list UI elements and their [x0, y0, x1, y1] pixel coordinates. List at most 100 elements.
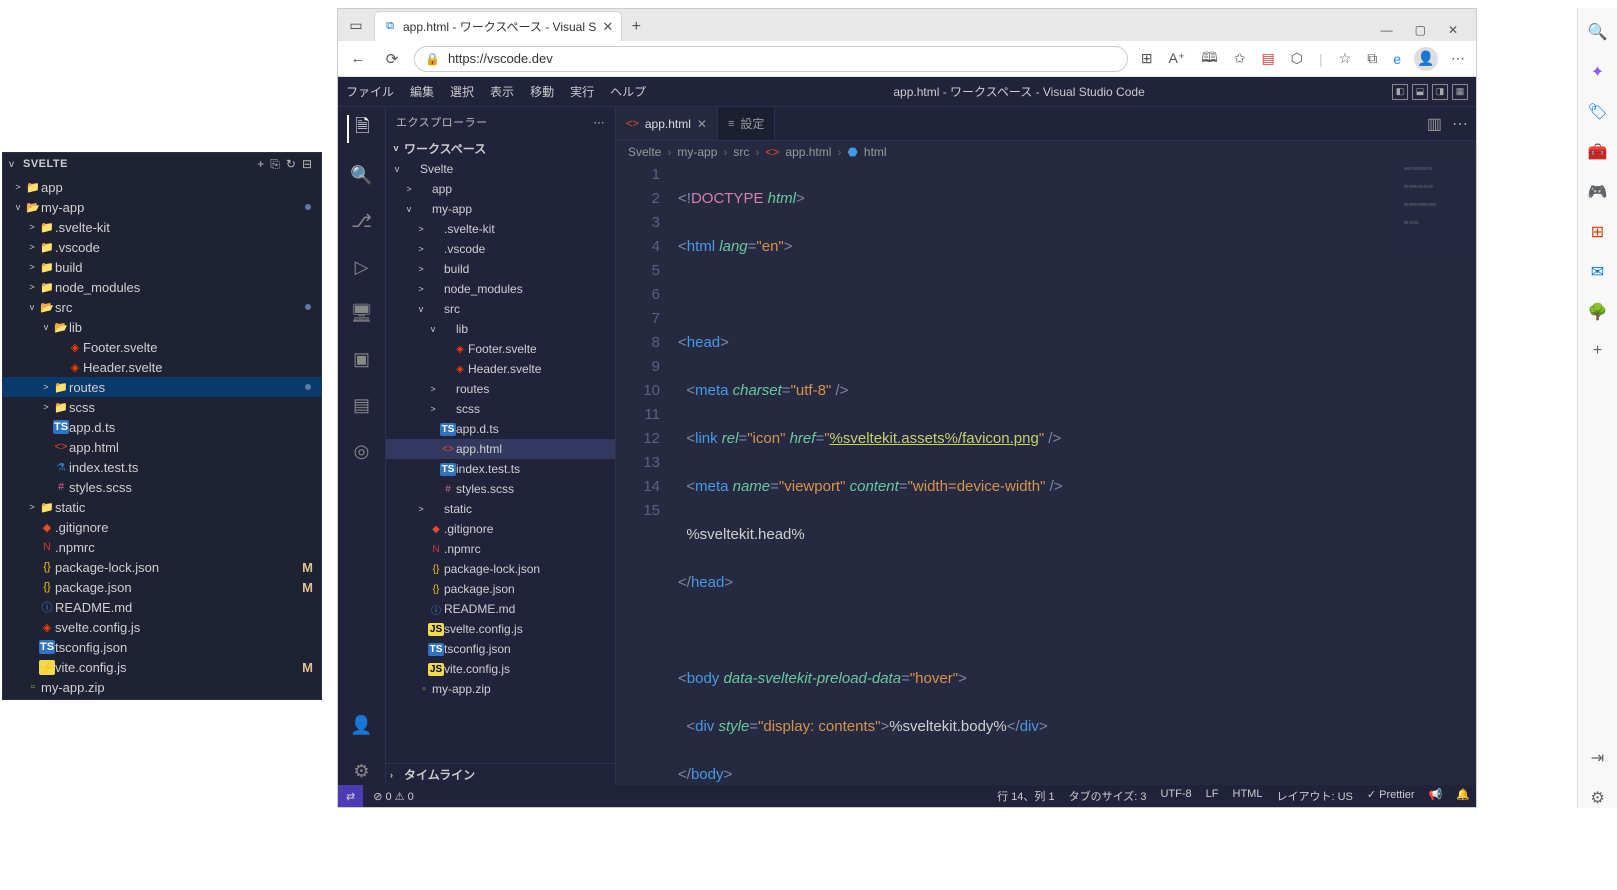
- tree-item[interactable]: ▫my-app.zip: [386, 679, 615, 699]
- close-window-button[interactable]: ✕: [1444, 19, 1462, 41]
- tree-item[interactable]: v📂my-app: [3, 197, 321, 217]
- tree-item[interactable]: >scss: [386, 399, 615, 419]
- workspace-section-header[interactable]: v ワークスペース: [386, 137, 615, 159]
- tree-item[interactable]: ◈Header.svelte: [386, 359, 615, 379]
- status-problems[interactable]: ⊘ 0 ⚠ 0: [373, 790, 413, 803]
- edge-tools-icon[interactable]: 🧰: [1588, 142, 1608, 162]
- browser-tab[interactable]: ⧉ app.html - ワークスペース - Visual S ✕: [374, 11, 622, 41]
- tab-actions-icon[interactable]: ▭: [338, 9, 374, 41]
- new-folder-icon[interactable]: ⎘: [267, 157, 283, 172]
- breadcrumb-item[interactable]: src: [733, 145, 749, 159]
- minimize-button[interactable]: —: [1377, 19, 1397, 41]
- menu-view[interactable]: 表示: [490, 83, 514, 100]
- tree-item[interactable]: >📁static: [3, 497, 321, 517]
- maximize-button[interactable]: ▢: [1411, 19, 1430, 41]
- more-icon[interactable]: ⋯: [1448, 47, 1468, 70]
- tree-item[interactable]: >routes: [386, 379, 615, 399]
- edge-outlook-icon[interactable]: ✉: [1591, 262, 1604, 282]
- chevron-down-icon[interactable]: v: [9, 159, 23, 170]
- activity-extensions-icon[interactable]: ▣: [348, 345, 376, 373]
- edge-shopping-icon[interactable]: 🏷: [1587, 102, 1607, 122]
- tree-item[interactable]: >📁.svelte-kit: [3, 217, 321, 237]
- tree-item[interactable]: >.svelte-kit: [386, 219, 615, 239]
- minimap[interactable]: ████ ██ ████ ████ ████ ██ ██ ████ ████ █…: [1396, 163, 1476, 785]
- tree-item[interactable]: v📂lib: [3, 317, 321, 337]
- app-icon[interactable]: ⊞: [1138, 47, 1156, 70]
- edge-chat-icon[interactable]: ✦: [1591, 62, 1604, 82]
- tree-item[interactable]: >📁app: [3, 177, 321, 197]
- tree-item[interactable]: JSsvelte.config.js: [386, 619, 615, 639]
- layout-left-icon[interactable]: ◧: [1392, 84, 1408, 100]
- tree-item[interactable]: JSvite.config.js: [386, 659, 615, 679]
- tree-item[interactable]: >📁build: [3, 257, 321, 277]
- tree-item[interactable]: v📂src: [3, 297, 321, 317]
- remote-indicator[interactable]: ⇄: [338, 785, 363, 807]
- breadcrumb[interactable]: Svelte› my-app› src› <> app.html› ⬣ html: [616, 141, 1476, 163]
- tree-item[interactable]: TSindex.test.ts: [386, 459, 615, 479]
- edge-search-icon[interactable]: 🔍: [1588, 22, 1608, 42]
- tree-item[interactable]: ⓘREADME.md: [386, 599, 615, 619]
- tree-item[interactable]: ◈Footer.svelte: [386, 339, 615, 359]
- timeline-section-header[interactable]: › タイムライン: [386, 763, 615, 785]
- tree-item[interactable]: >node_modules: [386, 279, 615, 299]
- status-eol[interactable]: LF: [1206, 788, 1219, 804]
- sidebar-more-icon[interactable]: ⋯: [594, 116, 606, 129]
- status-encoding[interactable]: UTF-8: [1160, 788, 1191, 804]
- edge-collapse-icon[interactable]: ⇥: [1591, 748, 1604, 768]
- menu-file[interactable]: ファイル: [346, 83, 394, 100]
- tree-item[interactable]: >📁routes: [3, 377, 321, 397]
- activity-search-icon[interactable]: 🔍: [348, 161, 376, 189]
- activity-book-icon[interactable]: ▤: [348, 391, 376, 419]
- edge-add-icon[interactable]: +: [1593, 342, 1602, 360]
- new-tab-button[interactable]: +: [622, 13, 650, 41]
- read-aloud-icon[interactable]: A⁺: [1166, 47, 1189, 70]
- tree-item[interactable]: {}package-lock.json: [386, 559, 615, 579]
- profile-avatar[interactable]: 👤: [1414, 47, 1438, 71]
- close-tab-icon[interactable]: ✕: [602, 19, 613, 35]
- status-cursor-pos[interactable]: 行 14、列 1: [997, 788, 1054, 804]
- status-layout[interactable]: レイアウト: US: [1276, 788, 1352, 804]
- back-button[interactable]: ←: [346, 50, 370, 67]
- edge-onenote-icon[interactable]: 🌳: [1588, 302, 1608, 322]
- menu-select[interactable]: 選択: [450, 83, 474, 100]
- favorite-icon[interactable]: ✩: [1231, 47, 1249, 70]
- editor-more-icon[interactable]: ⋯: [1452, 114, 1468, 134]
- tree-item[interactable]: >📁.vscode: [3, 237, 321, 257]
- breadcrumb-item[interactable]: my-app: [677, 145, 717, 159]
- tree-item[interactable]: ⚡vite.config.jsM: [3, 657, 321, 677]
- reader-icon[interactable]: 🕮: [1198, 44, 1221, 74]
- code-lines[interactable]: <!DOCTYPE html> <html lang="en"> <head> …: [678, 163, 1476, 785]
- status-prettier[interactable]: ✓ Prettier: [1367, 788, 1415, 804]
- refresh-button[interactable]: ⟳: [380, 50, 404, 68]
- edge-office-icon[interactable]: ⊞: [1591, 222, 1604, 242]
- close-tab-icon[interactable]: ✕: [697, 117, 707, 131]
- tree-item[interactable]: <>app.html: [3, 437, 321, 457]
- tree-item[interactable]: <>app.html: [386, 439, 615, 459]
- extensions-icon[interactable]: ⬡: [1288, 47, 1306, 70]
- tree-item[interactable]: {}package.jsonM: [3, 577, 321, 597]
- edge-settings-icon[interactable]: ⚙: [1590, 788, 1604, 808]
- tree-item[interactable]: #styles.scss: [386, 479, 615, 499]
- menu-edit[interactable]: 編集: [410, 83, 434, 100]
- tree-item[interactable]: >build: [386, 259, 615, 279]
- activity-settings-icon[interactable]: ⚙: [348, 757, 376, 785]
- breadcrumb-item[interactable]: app.html: [785, 145, 831, 159]
- tree-item[interactable]: >📁node_modules: [3, 277, 321, 297]
- split-editor-icon[interactable]: ▥: [1427, 114, 1442, 134]
- layout-right-icon[interactable]: ◨: [1432, 84, 1448, 100]
- tree-item[interactable]: >📁scss: [3, 397, 321, 417]
- tree-item[interactable]: vsrc: [386, 299, 615, 319]
- menu-run[interactable]: 実行: [570, 83, 594, 100]
- tree-item[interactable]: ◆.gitignore: [386, 519, 615, 539]
- collapse-icon[interactable]: ⊟: [299, 157, 315, 171]
- tree-item[interactable]: ◈svelte.config.js: [3, 617, 321, 637]
- new-file-icon[interactable]: +: [254, 157, 267, 171]
- menu-go[interactable]: 移動: [530, 83, 554, 100]
- tree-item[interactable]: {}package-lock.jsonM: [3, 557, 321, 577]
- activity-target-icon[interactable]: ◎: [348, 437, 376, 465]
- breadcrumb-item[interactable]: Svelte: [628, 145, 661, 159]
- address-bar[interactable]: 🔒 https://vscode.dev: [414, 46, 1128, 72]
- edge-games-icon[interactable]: 🎮: [1588, 182, 1608, 202]
- activity-debug-icon[interactable]: ▷: [348, 253, 376, 281]
- ext-todoist-icon[interactable]: ▤: [1259, 47, 1278, 70]
